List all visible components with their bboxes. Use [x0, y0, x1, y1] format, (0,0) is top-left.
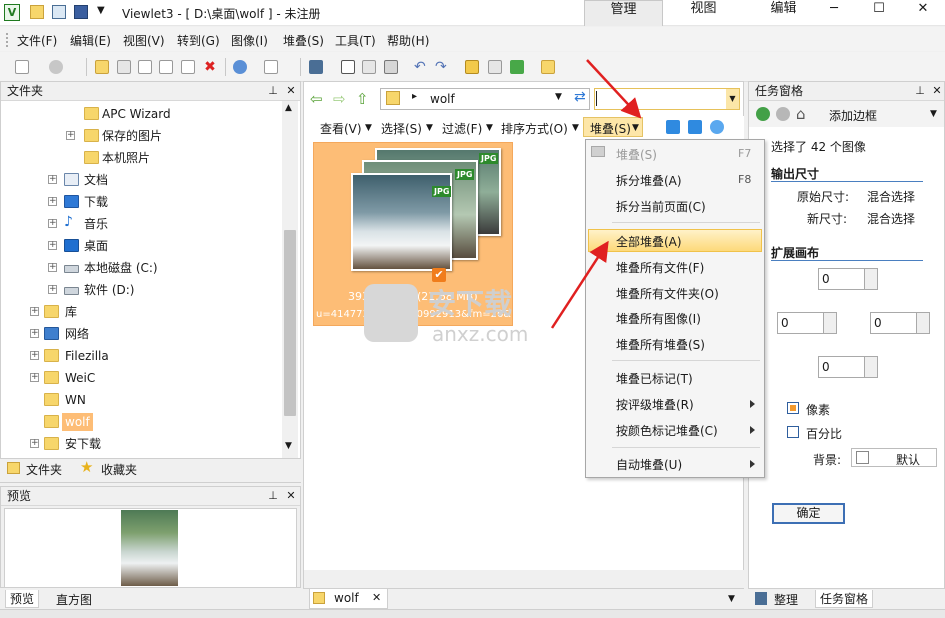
- annotation-arrows: [550, 59, 642, 329]
- annotation-arrow-top: [586, 59, 642, 119]
- annotation-arrow-menu: [550, 240, 609, 329]
